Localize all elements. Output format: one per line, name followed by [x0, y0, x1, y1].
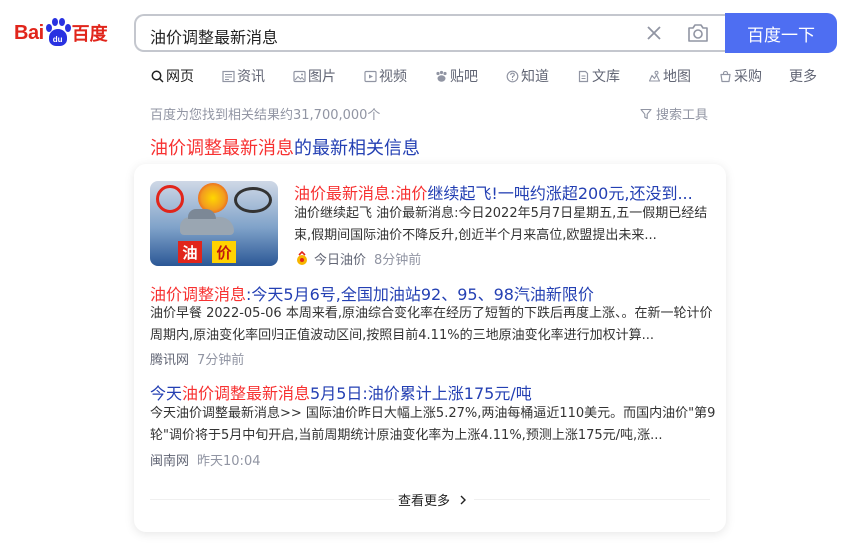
result-desc-2: 油价早餐 2022-05-06 本周来看,原油综合变化率在经历了短暂的下跌后再度… — [150, 303, 720, 347]
tab-label: 贴吧 — [450, 69, 478, 85]
tab-news[interactable]: 资讯 — [221, 66, 292, 86]
cnooc-logo — [234, 187, 272, 213]
sinopec-logo — [156, 185, 184, 213]
tab-purchase[interactable]: 采购 — [718, 66, 789, 86]
purchase-icon — [718, 69, 732, 83]
baidu-logo[interactable]: Bai du 百度 — [14, 15, 118, 51]
news-thumbnail[interactable]: 油 价 — [150, 181, 278, 266]
document-icon — [576, 69, 590, 83]
baidu-search-page: Bai du 百度 油价调整最新消息 百度一下 网页 资讯 图片 视频 贴吧 知… — [0, 0, 848, 552]
chevron-right-icon — [460, 495, 467, 504]
result-source[interactable]: 闽南网 — [150, 450, 189, 469]
news-card: 油 价 油价最新消息:油价继续起飞!一吨约涨超200元,还没到... 油价继续起… — [134, 164, 726, 532]
paw-icon: du — [45, 18, 71, 48]
tab-video[interactable]: 视频 — [363, 66, 434, 86]
desc-line: 油价早餐 2022-05-06 本周来看,原油综合变化率在经历了短暂的下跌后再度… — [150, 306, 713, 321]
news-icon — [221, 69, 235, 83]
result-title-1[interactable]: 油价最新消息:油价继续起飞!一吨约涨超200元,还没到... — [294, 180, 693, 204]
see-more-label: 查看更多 — [398, 494, 451, 509]
filter-icon — [640, 108, 652, 119]
result-source[interactable]: 腾讯网 — [150, 349, 189, 368]
tab-map[interactable]: 地图 — [647, 66, 718, 86]
tieba-icon — [434, 69, 448, 83]
tab-web[interactable]: 网页 — [150, 66, 221, 86]
desc-line: 束,假期间国际油价不降反升,创近半个月来高位,欧盟提出未来... — [294, 228, 657, 243]
title-rest: 继续起飞!一吨约涨超200元,还没到... — [427, 184, 693, 203]
tab-label: 采购 — [734, 69, 762, 85]
tab-label: 网页 — [166, 69, 194, 85]
clear-icon[interactable] — [644, 23, 664, 43]
logo-cn-text: 百度 — [71, 24, 108, 45]
tab-zhidao[interactable]: 知道 — [505, 66, 576, 86]
search-button[interactable]: 百度一下 — [725, 13, 837, 53]
title-highlight: 油价调整消息 — [150, 285, 247, 304]
tab-tieba[interactable]: 贴吧 — [434, 66, 505, 86]
tab-label: 资讯 — [237, 69, 265, 85]
desc-line: 今天油价调整最新消息>> 国际油价昨日大幅上涨5.27%,两油每桶逼近110美元… — [150, 406, 716, 421]
result-meta-2: 腾讯网 7分钟前 — [150, 349, 244, 368]
tab-more[interactable]: 更多 — [789, 66, 829, 86]
result-time: 7分钟前 — [197, 353, 245, 368]
title-prefix: 今天 — [150, 384, 183, 403]
search-tabs: 网页 资讯 图片 视频 贴吧 知道 文库 地图 采购 更多 — [150, 66, 829, 86]
desc-line: 油价继续起飞 油价最新消息:今日2022年5月7日星期五,五一假期已经结 — [294, 206, 708, 221]
thumb-char-oil: 油 — [178, 241, 202, 263]
search-tools-button[interactable]: 搜索工具 — [640, 104, 708, 123]
desc-line: 周期内,原油变化率回归正值波动区间,按照目前4.11%的三地原油变化率进行加权计… — [150, 328, 654, 343]
title-rest: 5月5日:油价累计上涨175元/吨 — [310, 384, 532, 403]
result-desc-3: 今天油价调整最新消息>> 国际油价昨日大幅上涨5.27%,两油每桶逼近110美元… — [150, 403, 720, 447]
tab-label: 知道 — [521, 69, 549, 85]
tab-label: 地图 — [663, 69, 691, 85]
camera-icon[interactable] — [686, 22, 710, 44]
logo-du-text: du — [48, 29, 67, 46]
search-input[interactable]: 油价调整最新消息 — [134, 14, 728, 52]
news-title-rest: 的最新相关信息 — [294, 138, 420, 159]
image-icon — [292, 69, 306, 83]
thumb-char-price: 价 — [212, 241, 236, 263]
tab-wenku[interactable]: 文库 — [576, 66, 647, 86]
result-count: 百度为您找到相关结果约31,700,000个 — [150, 108, 381, 123]
desc-line: 轮"调价将于5月中旬开启,当前周期统计原油变化率为上涨4.11%,预测上涨175… — [150, 428, 663, 443]
video-icon — [363, 69, 377, 83]
search-query-text: 油价调整最新消息 — [150, 28, 279, 47]
title-highlight: 油价最新消息:油价 — [294, 184, 428, 203]
result-title-3[interactable]: 今天油价调整最新消息5月5日:油价累计上涨175元/吨 — [150, 380, 532, 404]
map-icon — [647, 69, 661, 83]
source-logo-icon — [297, 250, 307, 265]
tab-label: 更多 — [789, 69, 817, 85]
logo-bai-text: Bai — [14, 21, 44, 44]
search-tools-label: 搜索工具 — [656, 108, 709, 123]
result-desc-1: 油价继续起飞 油价最新消息:今日2022年5月7日星期五,五一假期已经结 束,假… — [294, 203, 714, 247]
result-title-2[interactable]: 油价调整消息:今天5月6号,全国加油站92、95、98汽油新限价 — [150, 281, 594, 305]
tab-label: 图片 — [308, 69, 336, 85]
tab-images[interactable]: 图片 — [292, 66, 363, 86]
tab-label: 文库 — [592, 69, 620, 85]
news-section-title[interactable]: 油价调整最新消息的最新相关信息 — [150, 134, 420, 160]
question-icon — [505, 69, 519, 83]
result-time: 8分钟前 — [374, 253, 422, 268]
see-more-button[interactable]: 查看更多 — [394, 490, 475, 509]
tab-label: 视频 — [379, 69, 407, 85]
search-icon — [150, 69, 164, 83]
result-time: 昨天10:04 — [197, 454, 261, 469]
title-highlight: 油价调整最新消息 — [182, 384, 311, 403]
car-image — [180, 209, 234, 235]
result-source[interactable]: 今日油价 — [314, 249, 366, 268]
news-title-highlight: 油价调整最新消息 — [150, 138, 294, 159]
title-rest: :今天5月6号,全国加油站92、95、98汽油新限价 — [246, 285, 594, 304]
result-meta-3: 闽南网 昨天10:04 — [150, 450, 260, 469]
result-meta-1: 今日油价 8分钟前 — [294, 249, 421, 268]
